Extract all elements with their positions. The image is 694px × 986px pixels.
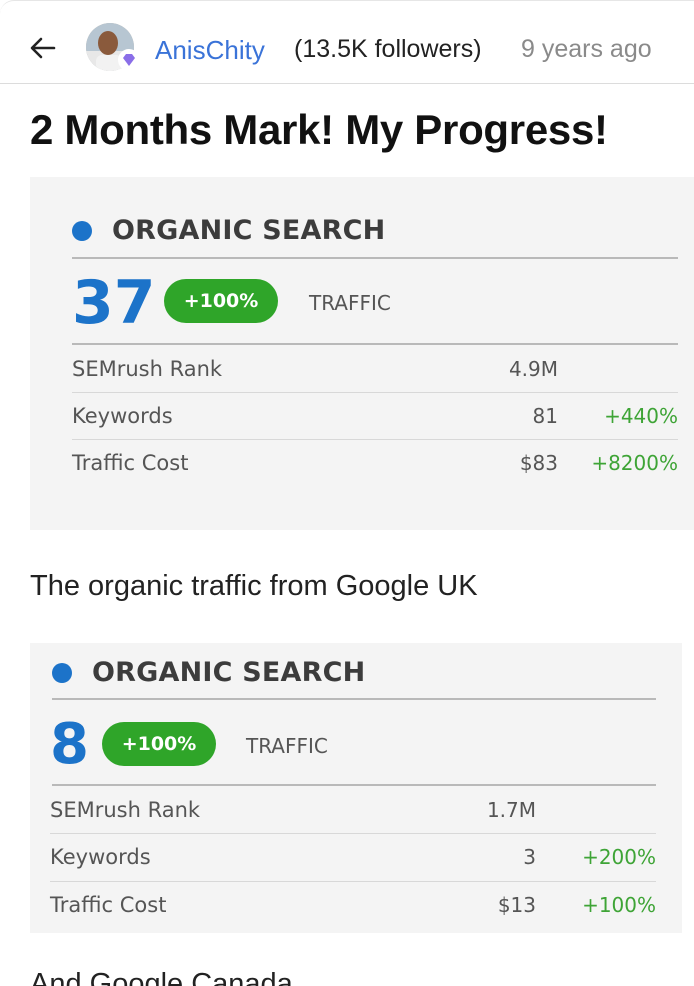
row-label: SEMrush Rank (50, 798, 201, 822)
table-row: SEMrush Rank 4.9M (72, 345, 678, 392)
card-heading-text: ORGANIC SEARCH (112, 215, 386, 246)
traffic-label: TRAFFIC (309, 291, 391, 315)
diamond-icon (118, 49, 140, 71)
traffic-value: 8 (50, 712, 89, 777)
table-row: SEMrush Rank 1.7M (50, 786, 656, 833)
row-label: Traffic Cost (72, 451, 189, 475)
author-name-link[interactable]: AnisChity (155, 35, 265, 66)
post-header: AnisChity (13.5K followers) 9 years ago (0, 0, 694, 84)
table-row: Keywords 81 +440% (72, 392, 678, 439)
row-value: $13 (497, 893, 536, 917)
traffic-label: TRAFFIC (246, 734, 328, 758)
post-paragraph: The organic traffic from Google UK (30, 570, 478, 602)
row-label: Keywords (50, 845, 151, 869)
organic-search-card: ORGANIC SEARCH 37 +100% TRAFFIC SEMrush … (30, 177, 694, 530)
row-value: 3 (523, 845, 536, 869)
divider (72, 257, 678, 259)
organic-search-card: ORGANIC SEARCH 8 +100% TRAFFIC SEMrush R… (30, 643, 682, 933)
row-value: 4.9M (508, 357, 558, 381)
row-label: SEMrush Rank (72, 357, 223, 381)
row-divider (72, 439, 678, 440)
table-row: Traffic Cost $13 +100% (50, 881, 656, 928)
row-change: +8200% (591, 451, 678, 475)
card-heading: ORGANIC SEARCH (72, 215, 385, 246)
row-label: Keywords (72, 404, 173, 428)
traffic-change-badge: +100% (164, 279, 278, 323)
row-label: Traffic Cost (50, 893, 167, 917)
card-heading-text: ORGANIC SEARCH (92, 657, 366, 688)
table-row: Keywords 3 +200% (50, 833, 656, 880)
row-divider (50, 833, 656, 834)
traffic-value: 37 (72, 268, 156, 338)
blue-dot-icon (52, 662, 72, 683)
row-value: 81 (532, 404, 558, 428)
follower-count: (13.5K followers) (294, 35, 482, 63)
divider (52, 698, 656, 700)
row-divider (50, 881, 656, 882)
row-change: +440% (604, 404, 678, 428)
row-change: +100% (582, 893, 656, 917)
row-divider (72, 392, 678, 393)
row-value: 1.7M (486, 798, 536, 822)
row-value: $83 (519, 451, 558, 475)
post-timestamp: 9 years ago (521, 35, 652, 63)
traffic-change-badge: +100% (102, 722, 216, 766)
row-change: +200% (582, 845, 656, 869)
table-row: Traffic Cost $83 +8200% (72, 439, 678, 486)
card-heading: ORGANIC SEARCH (52, 657, 365, 688)
blue-dot-icon (72, 220, 92, 241)
post-title: 2 Months Mark! My Progress! (30, 106, 608, 153)
back-arrow-icon[interactable] (28, 33, 58, 63)
post-paragraph: And Google Canada (30, 968, 293, 986)
